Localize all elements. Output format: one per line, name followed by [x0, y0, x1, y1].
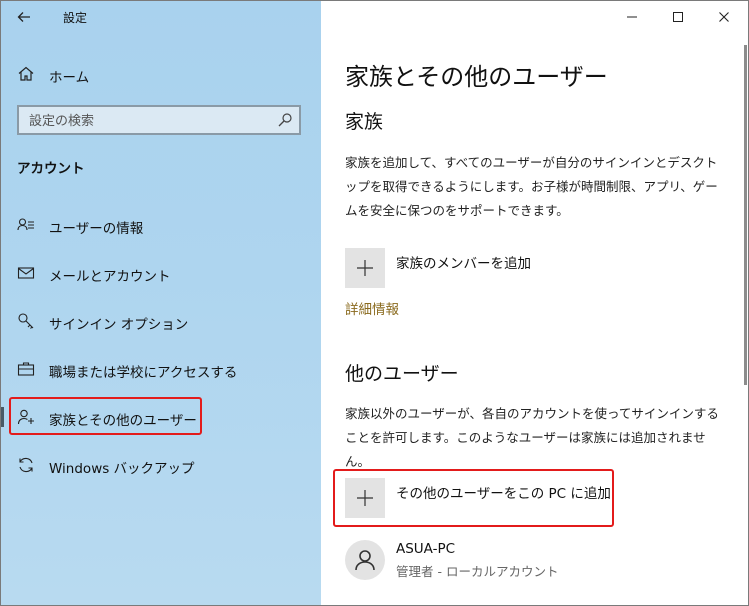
search-box[interactable]	[17, 105, 301, 135]
search-icon[interactable]	[277, 112, 293, 128]
user-account-type: 管理者 - ローカルアカウント	[396, 564, 559, 579]
sidebar-item-label: Windows バックアップ	[49, 461, 195, 477]
highlight-frame	[333, 469, 614, 527]
selection-indicator	[1, 407, 4, 427]
app-title: 設定	[63, 11, 88, 25]
maximize-icon	[673, 12, 683, 22]
close-button[interactable]	[701, 1, 747, 33]
plus-tile	[345, 248, 385, 288]
sync-icon	[17, 456, 35, 474]
sidebar-item-label: メールとアカウント	[49, 269, 171, 285]
sidebar-item-label: サインイン オプション	[49, 317, 189, 333]
avatar	[345, 540, 385, 580]
sidebar: 設定 ホーム アカウント ユーザーの情報 メールとアカウント	[1, 1, 321, 605]
sidebar-item-backup[interactable]: Windows バックアップ	[1, 447, 321, 483]
sidebar-item-user-info[interactable]: ユーザーの情報	[1, 207, 321, 243]
maximize-button[interactable]	[655, 1, 701, 33]
add-family-member-button[interactable]: 家族のメンバーを追加	[345, 248, 725, 288]
highlight-frame	[9, 397, 202, 435]
title-bar: 設定	[1, 1, 321, 33]
minimize-icon	[627, 16, 637, 18]
family-description: 家族を追加して、すべてのユーザーが自分のサインインとデスクトップを取得できるよう…	[345, 155, 718, 218]
user-name: ASUA-PC	[396, 541, 456, 557]
back-arrow-icon	[17, 12, 30, 22]
family-heading: 家族	[345, 111, 384, 133]
briefcase-icon	[17, 360, 35, 378]
person-icon	[355, 550, 375, 571]
minimize-button[interactable]	[609, 1, 655, 33]
close-icon	[719, 12, 729, 22]
sidebar-item-home[interactable]: ホーム	[1, 59, 321, 89]
content-pane: 家族とその他のユーザー 家族 家族を追加して、すべてのユーザーが自分のサインイン…	[321, 1, 748, 605]
sidebar-item-work-school[interactable]: 職場または学校にアクセスする	[1, 351, 321, 387]
scrollbar[interactable]	[744, 45, 747, 385]
page-title: 家族とその他のユーザー	[345, 63, 608, 91]
section-heading: アカウント	[17, 161, 85, 177]
plus-icon	[357, 260, 373, 276]
home-label: ホーム	[49, 70, 90, 86]
home-icon	[17, 65, 35, 83]
user-account-item[interactable]: ASUA-PC 管理者 - ローカルアカウント	[345, 540, 725, 580]
other-users-description: 家族以外のユーザーが、各自のアカウントを使ってサインインすることを許可します。こ…	[345, 406, 719, 469]
mail-icon	[17, 264, 35, 282]
sidebar-item-label: 職場または学校にアクセスする	[49, 365, 238, 381]
add-family-label: 家族のメンバーを追加	[396, 256, 531, 272]
sidebar-item-label: ユーザーの情報	[49, 221, 144, 237]
sidebar-item-mail[interactable]: メールとアカウント	[1, 255, 321, 291]
key-icon	[17, 312, 35, 330]
search-input[interactable]	[27, 111, 271, 131]
other-users-heading: 他のユーザー	[345, 363, 459, 385]
sidebar-item-signin-options[interactable]: サインイン オプション	[1, 303, 321, 339]
user-info-icon	[17, 216, 35, 234]
back-button[interactable]	[11, 5, 37, 29]
settings-window: 設定 ホーム アカウント ユーザーの情報 メールとアカウント	[0, 0, 749, 606]
more-info-link[interactable]: 詳細情報	[345, 298, 399, 318]
